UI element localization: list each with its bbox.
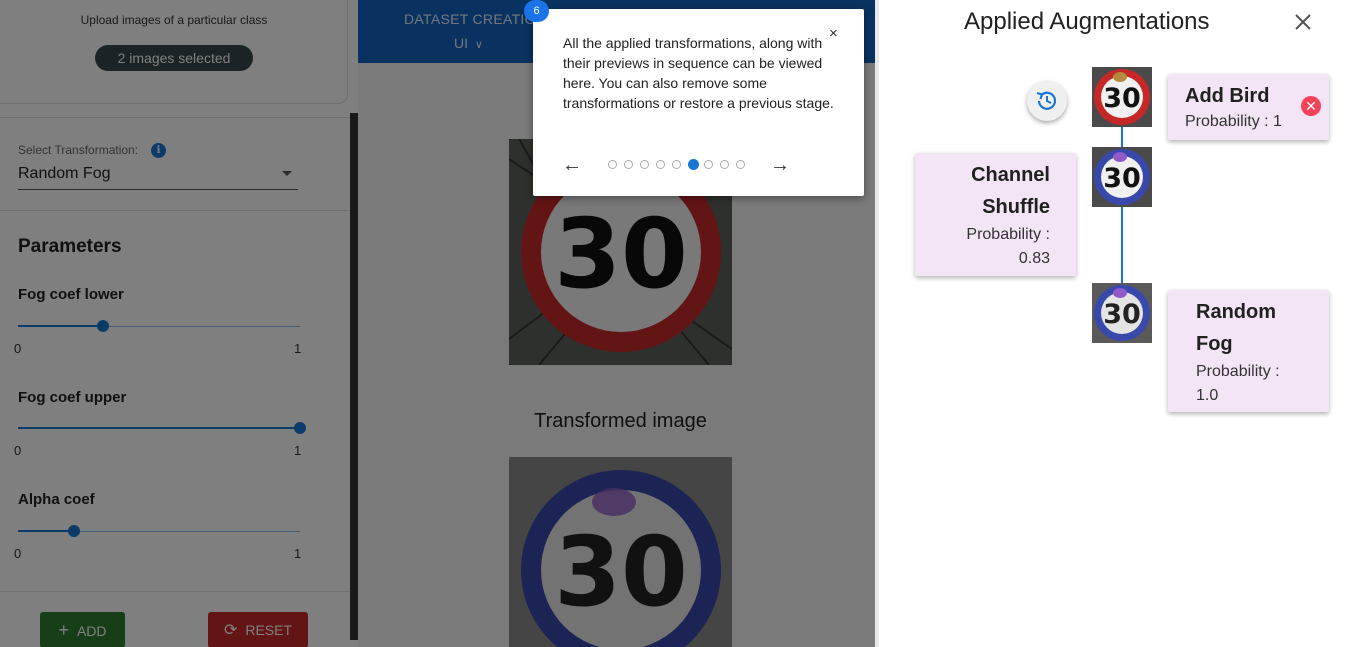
tour-step-dots (608, 159, 748, 172)
tour-step-badge: 6 (524, 0, 549, 22)
step-probability-value: 1.0 (1196, 387, 1219, 404)
step-probability-label: Probability : (966, 226, 1050, 243)
tour-dot[interactable] (736, 160, 745, 169)
step-probability: Probability : 1 (1185, 113, 1282, 130)
connector-line (1121, 206, 1123, 284)
thumb-number: 30 (1103, 163, 1141, 194)
tour-dot[interactable] (720, 160, 729, 169)
thumb-number: 30 (1103, 299, 1141, 330)
tour-dot[interactable] (672, 160, 681, 169)
step-thumbnail-random-fog[interactable]: 30 (1092, 283, 1152, 343)
thumbnail-image: 30 (1092, 283, 1152, 343)
tour-dot[interactable] (640, 160, 649, 169)
remove-step-icon[interactable]: ✕ (1301, 96, 1321, 116)
connector-line (1121, 126, 1123, 148)
tour-dot[interactable] (608, 160, 617, 169)
tour-dot[interactable] (624, 160, 633, 169)
step-name-line1: Channel (971, 164, 1050, 186)
tour-dot[interactable] (656, 160, 665, 169)
restore-history-icon (1036, 91, 1057, 110)
applied-augmentations-title: Applied Augmentations (964, 8, 1210, 35)
step-name-line2: Fog (1196, 333, 1233, 355)
step-probability-label: Probability : (1196, 363, 1280, 380)
step-name-line2: Shuffle (982, 196, 1050, 218)
applied-augmentations-panel: Applied Augmentations 30 30 30 Add Bird … (875, 0, 1355, 647)
tour-dot[interactable] (704, 160, 713, 169)
step-thumbnail-add-bird[interactable]: 30 (1092, 67, 1152, 127)
tour-next-arrow-icon[interactable]: → (770, 154, 790, 177)
thumbnail-image: 30 (1092, 67, 1152, 127)
step-name: Add Bird (1185, 85, 1270, 107)
step-name-line1: Random (1196, 301, 1276, 323)
thumb-number: 30 (1103, 83, 1141, 114)
tour-close-button[interactable]: × (829, 25, 838, 42)
close-icon[interactable] (1291, 10, 1315, 34)
tour-text: All the applied transformations, along w… (563, 35, 834, 111)
step-probability-value: 0.83 (1018, 250, 1050, 267)
tour-prev-arrow-icon[interactable]: ← (562, 154, 582, 177)
restore-history-button[interactable] (1027, 81, 1067, 121)
tour-dot-active[interactable] (688, 159, 699, 170)
step-card-random-fog[interactable]: Random Fog Probability : 1.0 (1168, 290, 1329, 412)
step-card-channel-shuffle[interactable]: Channel Shuffle Probability : 0.83 (915, 153, 1076, 276)
thumbnail-image: 30 (1092, 147, 1152, 207)
step-thumbnail-channel-shuffle[interactable]: 30 (1092, 147, 1152, 207)
